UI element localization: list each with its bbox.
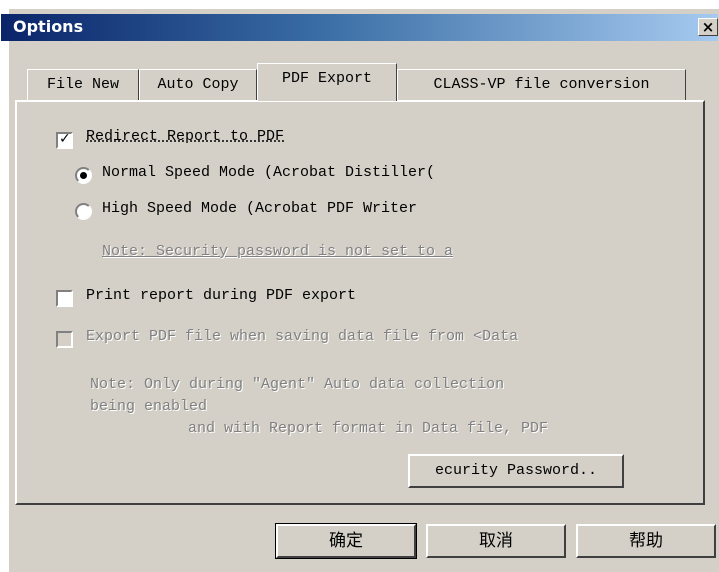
print-report-checkbox[interactable] [56,290,73,307]
export-pdf-label: Export PDF file when saving data file fr… [86,328,519,345]
redirect-report-checkbox[interactable]: ✓ [56,131,73,149]
security-note: Note: Security password is not set to a [102,243,454,260]
close-icon: × [701,18,715,36]
normal-speed-label: Normal Speed Mode (Acrobat Distiller( [102,164,436,181]
checkmark-icon: ✓ [59,131,71,147]
ok-button[interactable]: 确定 [275,523,417,559]
export-pdf-checkbox [56,331,73,348]
print-report-label: Print report during PDF export [86,287,357,304]
tab-file-new[interactable]: File New [27,69,139,100]
high-speed-radio[interactable] [75,203,92,220]
agent-note-line-2: being enabled [90,398,208,415]
help-button[interactable]: 帮助 [576,524,716,558]
high-speed-label: High Speed Mode (Acrobat PDF Writer [102,200,418,217]
security-password-button[interactable]: ecurity Password.. [408,454,624,488]
window-title: Options [13,17,84,36]
title-bar[interactable]: Options × [1,14,718,41]
agent-note-line-3: and with Report format in Data file, PDF [188,420,549,437]
radio-selected-dot [80,172,87,179]
tab-class-vp-file-conversion[interactable]: CLASS-VP file conversion [397,69,686,100]
tab-pdf-export[interactable]: PDF Export [257,63,397,101]
agent-note-line-1: Note: Only during "Agent" Auto data coll… [90,376,505,393]
normal-speed-radio[interactable] [75,167,92,184]
redirect-report-label: Redirect Report to PDF [86,128,285,145]
tab-auto-copy[interactable]: Auto Copy [139,69,257,100]
close-button[interactable]: × [698,18,718,36]
cancel-button[interactable]: 取消 [426,524,566,558]
